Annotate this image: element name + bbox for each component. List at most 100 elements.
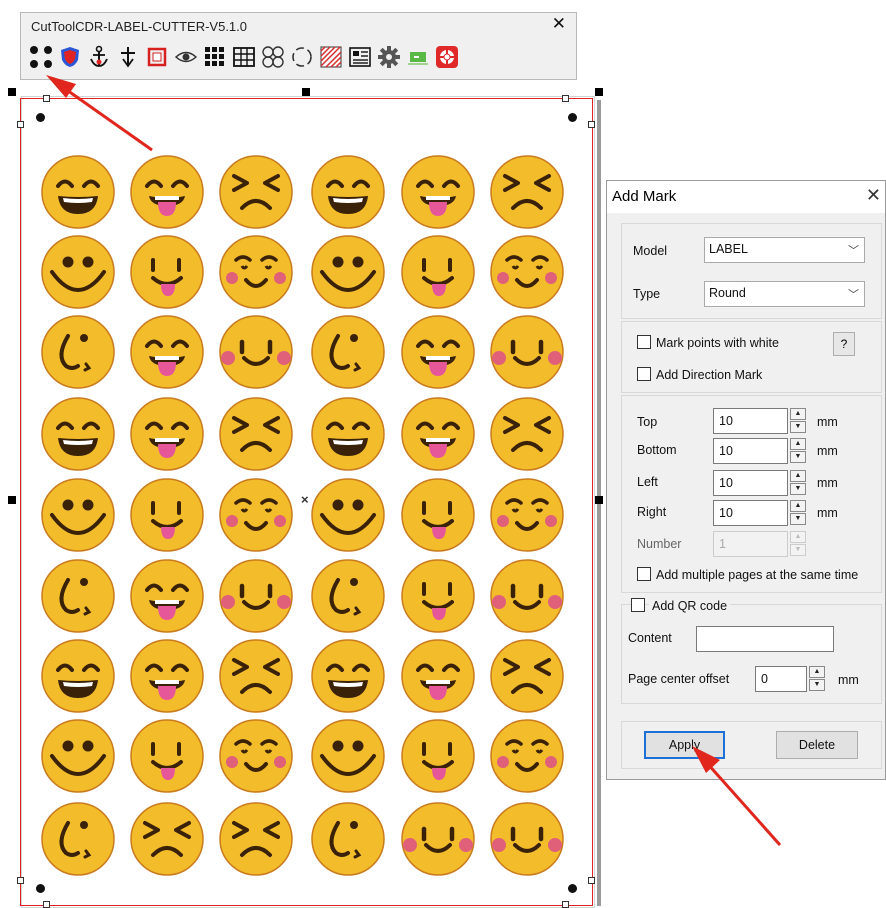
gear-icon[interactable]: [375, 41, 403, 73]
blush-emoji-label[interactable]: [489, 234, 565, 315]
tongue-emoji-label[interactable]: [129, 314, 205, 395]
tongue-small-emoji-label[interactable]: [400, 718, 476, 799]
smile-emoji-label[interactable]: [310, 234, 386, 315]
cheeks-emoji-label[interactable]: [489, 558, 565, 639]
selection-handle[interactable]: [595, 88, 603, 96]
squint-emoji-label[interactable]: [489, 638, 565, 719]
blush-emoji-label[interactable]: [218, 477, 294, 558]
right-input[interactable]: 10: [713, 500, 788, 526]
spin-up-icon[interactable]: ▲: [809, 666, 825, 678]
squint-emoji-label[interactable]: [218, 396, 294, 477]
spin-down-icon[interactable]: ▼: [809, 679, 825, 691]
wink-emoji-label[interactable]: [310, 558, 386, 639]
tongue-emoji-label[interactable]: [129, 558, 205, 639]
spin-down-icon[interactable]: ▼: [790, 421, 806, 433]
dialog-close-button[interactable]: ✕: [866, 185, 881, 206]
grin-emoji-label[interactable]: [310, 638, 386, 719]
red-square-icon[interactable]: [143, 41, 171, 73]
dot-grid-icon[interactable]: [201, 41, 229, 73]
smile-emoji-label[interactable]: [40, 477, 116, 558]
blush-emoji-label[interactable]: [489, 718, 565, 799]
wink-emoji-label[interactable]: [40, 801, 116, 882]
spin-up-icon[interactable]: ▲: [790, 438, 806, 450]
tongue-emoji-label[interactable]: [129, 154, 205, 235]
red-shield-icon[interactable]: [56, 41, 84, 73]
squint-emoji-label[interactable]: [218, 154, 294, 235]
right-spinner[interactable]: ▲ ▼: [790, 500, 806, 526]
bottom-input[interactable]: 10: [713, 438, 788, 464]
cheeks-emoji-label[interactable]: [218, 558, 294, 639]
top-spinner[interactable]: ▲ ▼: [790, 408, 806, 434]
spin-up-icon[interactable]: ▲: [790, 408, 806, 420]
help-button[interactable]: ?: [833, 332, 855, 356]
lifebuoy-icon[interactable]: [433, 41, 461, 73]
squint-emoji-label[interactable]: [129, 801, 205, 882]
blush-emoji-label[interactable]: [218, 718, 294, 799]
tongue-emoji-label[interactable]: [400, 314, 476, 395]
cheeks-emoji-label[interactable]: [489, 801, 565, 882]
four-dots-icon[interactable]: [27, 41, 55, 73]
pin-icon[interactable]: [114, 41, 142, 73]
spin-down-icon[interactable]: ▼: [790, 483, 806, 495]
content-input[interactable]: [696, 626, 834, 652]
squint-emoji-label[interactable]: [218, 638, 294, 719]
grin-emoji-label[interactable]: [40, 638, 116, 719]
tongue-small-emoji-label[interactable]: [400, 234, 476, 315]
selection-handle[interactable]: [302, 88, 310, 96]
mark-white-checkbox[interactable]: [637, 335, 651, 349]
direction-mark-checkbox[interactable]: [637, 367, 651, 381]
grin-emoji-label[interactable]: [40, 396, 116, 477]
multi-pages-checkbox[interactable]: [637, 567, 651, 581]
spin-up-icon[interactable]: ▲: [790, 470, 806, 482]
selection-handle[interactable]: [595, 496, 603, 504]
eye-icon[interactable]: [172, 41, 200, 73]
dashed-circle-icon[interactable]: [288, 41, 316, 73]
left-input[interactable]: 10: [713, 470, 788, 496]
tongue-emoji-label[interactable]: [400, 638, 476, 719]
wink-emoji-label[interactable]: [310, 314, 386, 395]
wink-emoji-label[interactable]: [40, 558, 116, 639]
apply-button[interactable]: Apply: [644, 731, 725, 759]
tongue-small-emoji-label[interactable]: [129, 718, 205, 799]
cheeks-emoji-label[interactable]: [489, 314, 565, 395]
cheeks-emoji-label[interactable]: [400, 801, 476, 882]
spin-up-icon[interactable]: ▲: [790, 500, 806, 512]
tongue-emoji-label[interactable]: [400, 154, 476, 235]
smile-emoji-label[interactable]: [310, 477, 386, 558]
four-circles-icon[interactable]: [259, 41, 287, 73]
selection-handle[interactable]: [8, 496, 16, 504]
selection-handle[interactable]: [8, 88, 16, 96]
table-grid-icon[interactable]: [230, 41, 258, 73]
tongue-small-emoji-label[interactable]: [129, 477, 205, 558]
smile-emoji-label[interactable]: [40, 718, 116, 799]
tongue-emoji-label[interactable]: [400, 396, 476, 477]
bottom-spinner[interactable]: ▲ ▼: [790, 438, 806, 464]
tongue-emoji-label[interactable]: [129, 638, 205, 719]
green-arrow-icon[interactable]: [404, 41, 432, 73]
type-select[interactable]: Round ﹀: [704, 281, 865, 307]
offset-spinner[interactable]: ▲ ▼: [809, 666, 825, 692]
spin-down-icon[interactable]: ▼: [790, 451, 806, 463]
top-input[interactable]: 10: [713, 408, 788, 434]
spin-down-icon[interactable]: ▼: [790, 513, 806, 525]
squint-emoji-label[interactable]: [218, 801, 294, 882]
tongue-small-emoji-label[interactable]: [400, 558, 476, 639]
grin-emoji-label[interactable]: [310, 396, 386, 477]
tongue-small-emoji-label[interactable]: [400, 477, 476, 558]
qr-code-checkbox[interactable]: [631, 598, 645, 612]
squint-emoji-label[interactable]: [489, 396, 565, 477]
tongue-small-emoji-label[interactable]: [129, 234, 205, 315]
hatched-square-icon[interactable]: [317, 41, 345, 73]
cheeks-emoji-label[interactable]: [218, 314, 294, 395]
delete-button[interactable]: Delete: [776, 731, 858, 759]
smile-emoji-label[interactable]: [40, 234, 116, 315]
blush-emoji-label[interactable]: [218, 234, 294, 315]
grin-emoji-label[interactable]: [310, 154, 386, 235]
tongue-emoji-label[interactable]: [129, 396, 205, 477]
smile-emoji-label[interactable]: [310, 718, 386, 799]
squint-emoji-label[interactable]: [489, 154, 565, 235]
page-center-offset-input[interactable]: 0: [755, 666, 807, 692]
wink-emoji-label[interactable]: [310, 801, 386, 882]
layout-icon[interactable]: [346, 41, 374, 73]
toolbar-close-button[interactable]: ✕: [552, 14, 566, 34]
